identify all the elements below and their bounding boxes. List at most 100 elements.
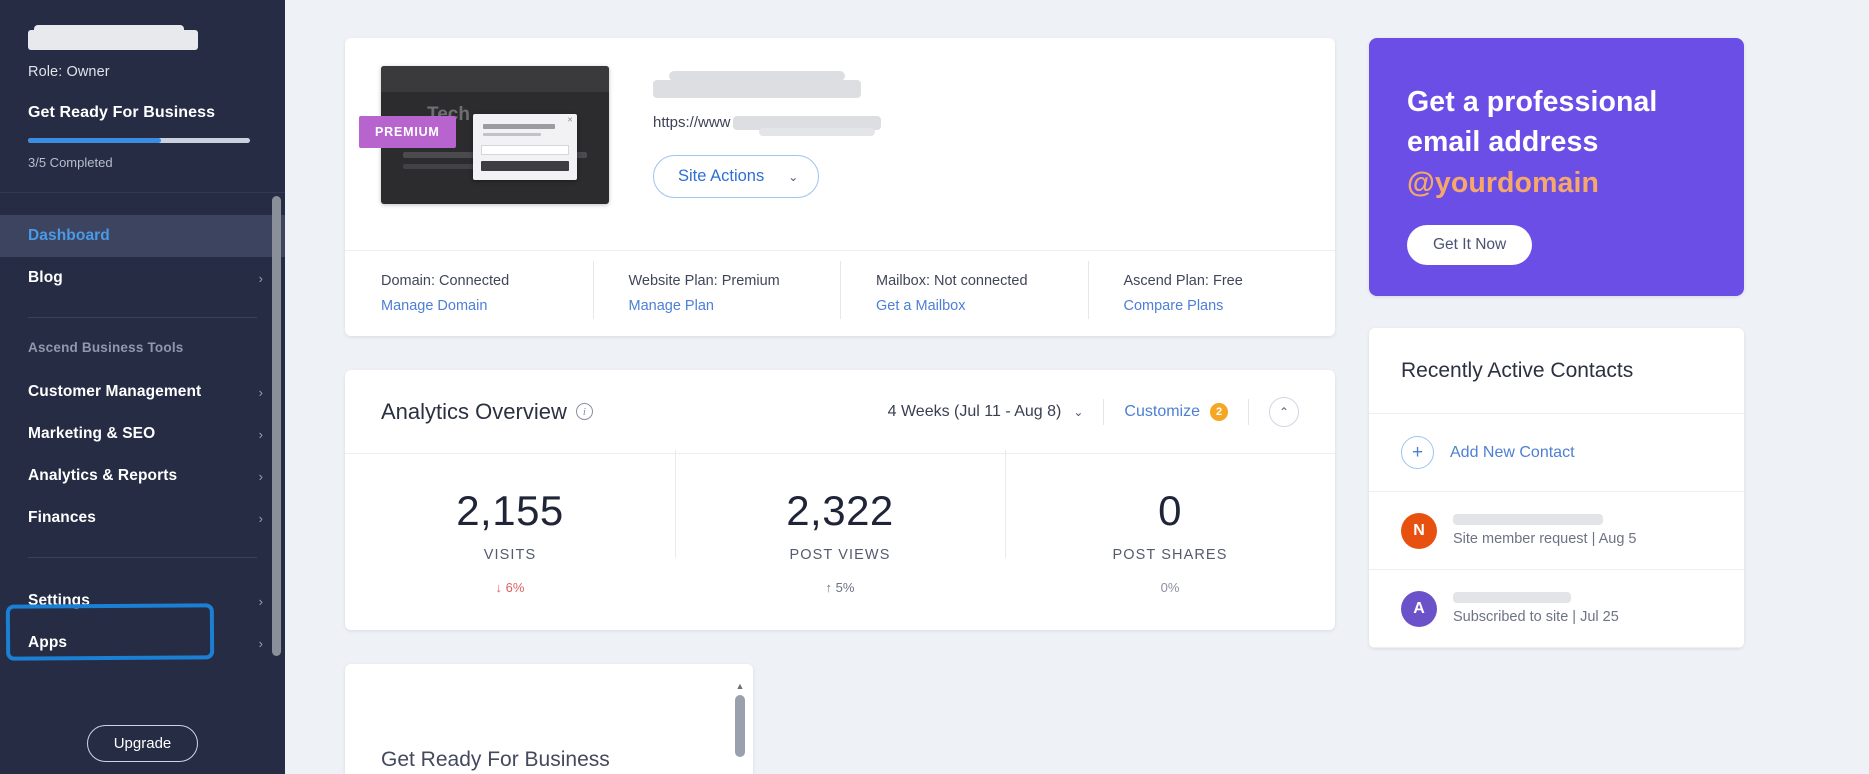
avatar: N xyxy=(1401,512,1437,549)
sidebar-item-apps[interactable]: Apps › xyxy=(0,622,285,664)
stat-label: POST VIEWS xyxy=(789,546,891,563)
sidebar-item-analytics-reports[interactable]: Analytics & Reports › xyxy=(0,455,285,497)
contact-list-item[interactable]: N Site member request | Aug 5 xyxy=(1369,492,1744,570)
status-ascend-plan: Ascend Plan: Free Compare Plans xyxy=(1087,261,1336,319)
get-it-now-button[interactable]: Get It Now xyxy=(1407,225,1533,266)
stat-delta-value: 6% xyxy=(505,579,525,595)
divider xyxy=(1248,398,1249,425)
email-promo-card: Get a professional email address @yourdo… xyxy=(1369,38,1744,296)
user-role: Role: Owner xyxy=(28,64,110,80)
setup-progress-label: 3/5 Completed xyxy=(28,155,113,170)
manage-domain-link[interactable]: Manage Domain xyxy=(381,298,593,314)
contact-list-item[interactable]: A Subscribed to site | Jul 25 xyxy=(1369,570,1744,648)
sidebar-item-label: Settings xyxy=(28,592,90,609)
main-content: Tech ✕ PREMIUM https://www Site Actions … xyxy=(285,0,1869,774)
customize-button[interactable]: Customize 2 xyxy=(1124,402,1228,421)
sidebar-item-finances[interactable]: Finances › xyxy=(0,497,285,539)
customize-badge: 2 xyxy=(1210,402,1228,421)
site-top: Tech ✕ PREMIUM https://www Site Actions … xyxy=(345,38,1335,250)
promo-domain: @yourdomain xyxy=(1407,166,1599,199)
stat-delta: ↓ 6% xyxy=(345,580,675,595)
stat-value: 2,155 xyxy=(456,486,564,534)
site-overview-card: Tech ✕ PREMIUM https://www Site Actions … xyxy=(345,38,1335,336)
stat-post-views: 2,322 POST VIEWS ↑ 5% xyxy=(675,449,1005,595)
thumb-modal: ✕ xyxy=(473,114,577,180)
thumb-modal-button xyxy=(481,161,569,171)
divider xyxy=(1103,398,1105,425)
promo-heading: Get a professional email address @yourdo… xyxy=(1407,82,1706,203)
stat-post-shares: 0 POST SHARES 0% xyxy=(1005,449,1335,595)
chevron-down-icon: ⌄ xyxy=(788,169,799,184)
center-column: Tech ✕ PREMIUM https://www Site Actions … xyxy=(345,38,1335,774)
manage-plan-link[interactable]: Manage Plan xyxy=(629,298,841,314)
sidebar-item-label: Customer Management xyxy=(28,383,202,400)
site-title-redacted xyxy=(653,71,861,98)
premium-badge: PREMIUM xyxy=(359,116,456,148)
site-actions-button[interactable]: Site Actions ⌄ xyxy=(653,155,820,198)
stat-visits: 2,155 VISITS ↓ 6% xyxy=(345,486,675,595)
chevron-down-icon: ⌄ xyxy=(1073,404,1084,419)
contact-subtitle: Subscribed to site | Jul 25 xyxy=(1453,609,1619,625)
scroll-up-arrow-icon[interactable]: ▲ xyxy=(735,682,745,691)
stat-delta-value: 0% xyxy=(1160,579,1180,595)
sidebar-item-label: Apps xyxy=(28,634,68,651)
date-range-selector[interactable]: 4 Weeks (Jul 11 - Aug 8) ⌄ xyxy=(888,403,1084,421)
sidebar-divider-top xyxy=(0,192,285,193)
get-ready-for-business-card: Get Ready For Business ▲ xyxy=(345,664,753,774)
sidebar-item-blog[interactable]: Blog › xyxy=(0,257,285,299)
right-column: Get a professional email address @yourdo… xyxy=(1369,38,1744,774)
sidebar-group-label: Ascend Business Tools xyxy=(28,340,184,355)
stat-value: 0 xyxy=(1158,486,1182,534)
dashboard-app: Role: Owner Get Ready For Business 3/5 C… xyxy=(0,0,1869,774)
collapse-panel-button[interactable]: ⌃ xyxy=(1269,396,1299,427)
stat-label: VISITS xyxy=(483,546,537,563)
sidebar-item-dashboard[interactable]: Dashboard xyxy=(0,215,285,257)
site-thumbnail-wrap: Tech ✕ PREMIUM xyxy=(359,66,609,250)
recently-active-contacts-card: Recently Active Contacts + Add New Conta… xyxy=(1369,328,1744,648)
get-a-mailbox-link[interactable]: Get a Mailbox xyxy=(876,298,1088,314)
get-ready-title: Get Ready For Business xyxy=(381,748,610,771)
close-icon: ✕ xyxy=(567,117,573,124)
setup-progress-bar xyxy=(28,138,250,143)
status-title: Mailbox: Not connected xyxy=(876,273,1028,289)
left-sidebar: Role: Owner Get Ready For Business 3/5 C… xyxy=(0,0,285,774)
thumb-modal-input xyxy=(481,145,569,155)
upgrade-button[interactable]: Upgrade xyxy=(86,725,199,762)
status-title: Ascend Plan: Free xyxy=(1123,273,1243,289)
scrollbar-thumb[interactable] xyxy=(735,695,745,757)
analytics-header: Analytics Overview i 4 Weeks (Jul 11 - A… xyxy=(345,370,1335,454)
sidebar-item-customer-management[interactable]: Customer Management › xyxy=(0,371,285,413)
analytics-stats: 2,155 VISITS ↓ 6% 2,322 POST VIEWS ↑ 5% xyxy=(345,449,1335,630)
add-new-contact-row[interactable]: + Add New Contact xyxy=(1369,414,1744,492)
contacts-heading: Recently Active Contacts xyxy=(1369,328,1744,414)
thumb-browser-bar xyxy=(381,66,609,92)
analytics-overview-card: Analytics Overview i 4 Weeks (Jul 11 - A… xyxy=(345,370,1335,630)
contact-body: Subscribed to site | Jul 25 xyxy=(1453,592,1619,625)
contact-name-redacted xyxy=(1453,514,1603,525)
user-name-redacted xyxy=(28,25,198,50)
status-website-plan: Website Plan: Premium Manage Plan xyxy=(592,261,841,319)
sidebar-item-label: Marketing & SEO xyxy=(28,425,156,442)
chevron-right-icon: › xyxy=(258,270,263,286)
sidebar-item-settings[interactable]: Settings › xyxy=(0,580,285,622)
sidebar-item-label: Blog xyxy=(28,269,63,286)
status-title: Website Plan: Premium xyxy=(628,273,780,289)
thumb-modal-sub xyxy=(483,133,541,136)
sidebar-item-label: Finances xyxy=(28,509,96,526)
stat-value: 2,322 xyxy=(786,486,894,534)
plus-icon: + xyxy=(1401,436,1434,469)
arrow-up-icon: ↑ xyxy=(825,579,833,595)
sidebar-divider-tools xyxy=(28,317,257,318)
sidebar-item-marketing-seo[interactable]: Marketing & SEO › xyxy=(0,413,285,455)
sidebar-scrollbar[interactable] xyxy=(272,196,281,656)
info-icon[interactable]: i xyxy=(575,403,593,420)
stat-delta: ↑ 5% xyxy=(675,580,1005,595)
compare-plans-link[interactable]: Compare Plans xyxy=(1124,298,1336,314)
site-actions-label: Site Actions xyxy=(678,167,765,185)
site-info: https://www Site Actions ⌄ xyxy=(609,66,881,250)
date-range-label: 4 Weeks (Jul 11 - Aug 8) xyxy=(887,402,1062,420)
chevron-right-icon: › xyxy=(258,426,263,442)
analytics-controls: 4 Weeks (Jul 11 - Aug 8) ⌄ Customize 2 ⌃ xyxy=(888,396,1299,427)
card-scrollbar[interactable]: ▲ xyxy=(735,682,745,774)
avatar: A xyxy=(1401,590,1437,627)
